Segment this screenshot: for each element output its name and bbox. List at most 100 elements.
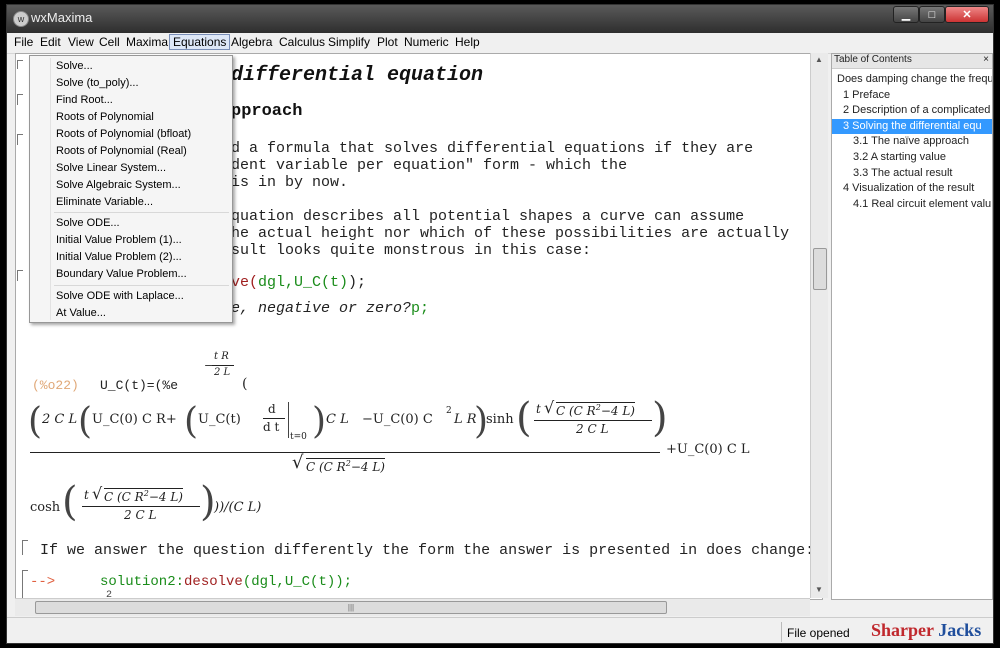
menu-item-at-value[interactable]: At Value...	[56, 307, 106, 319]
menu-file[interactable]: File	[11, 35, 36, 49]
den-radicand: C (C R	[306, 460, 346, 474]
big-paren-close: )	[652, 395, 668, 441]
text-line: quation describes all potential shapes a…	[231, 208, 745, 225]
cell-bracket[interactable]	[22, 570, 28, 599]
cosh-den: 2 C L	[124, 508, 157, 522]
cosh-num-t: t	[84, 488, 89, 502]
menu-simplify[interactable]: Simplify	[325, 35, 373, 49]
menu-separator	[54, 285, 229, 286]
cosh-num-sqrt: C (C R2−4 L)	[104, 488, 183, 504]
cosh-num-tail: −4 L)	[148, 490, 183, 504]
expr-minus-uc0: −U_C(0) C	[362, 412, 433, 427]
menu-equations[interactable]: Equations	[169, 34, 231, 50]
menu-item-initial-value-1[interactable]: Initial Value Problem (1)...	[56, 234, 182, 246]
menu-calculus[interactable]: Calculus	[276, 35, 328, 49]
big-paren-close: )	[312, 401, 327, 442]
menu-item-solve-algebraic[interactable]: Solve Algebraic System...	[56, 179, 181, 191]
big-paren-open: (	[184, 401, 199, 442]
text-cell-1: d a formula that solves differential equ…	[231, 140, 753, 191]
menu-item-boundary-value[interactable]: Boundary Value Problem...	[56, 268, 187, 280]
toc-item-preface[interactable]: 1 Preface	[832, 88, 992, 104]
toc-header: Table of Contents ×	[832, 54, 992, 69]
close-button[interactable]: ✕	[945, 6, 989, 23]
toc-item-description[interactable]: 2 Description of a complicated	[832, 103, 992, 119]
denominator-sqrt: C (C R2−4 L)	[306, 458, 385, 474]
input-cell-solution2[interactable]: solution2:desolve(dgl,U_C(t));	[100, 574, 352, 590]
menu-item-find-root[interactable]: Find Root...	[56, 94, 113, 106]
cell-bracket[interactable]	[17, 134, 23, 145]
toc-item-naive-approach[interactable]: 3.1 The naïve approach	[832, 134, 992, 150]
menu-item-solve-to-poly[interactable]: Solve (to_poly)...	[56, 77, 139, 89]
toc-item-real-circuit[interactable]: 4.1 Real circuit element valu	[832, 197, 992, 213]
sinh-num-radicand: C (C R	[556, 404, 596, 418]
cosh-fraction-bar	[82, 506, 200, 507]
menu-maxima[interactable]: Maxima	[123, 35, 171, 49]
menu-cell[interactable]: Cell	[96, 35, 123, 49]
output-label: (%o22)	[32, 378, 79, 393]
text-line: sult looks quite monstrous in this case:	[231, 242, 592, 259]
watermark-part2: Jacks	[938, 620, 982, 640]
maximize-button[interactable]: □	[919, 6, 945, 23]
big-paren-open: (	[516, 395, 532, 441]
toc-item-starting-value[interactable]: 3.2 A starting value	[832, 150, 992, 166]
menu-numeric[interactable]: Numeric	[401, 35, 452, 49]
text-cell-3: If we answer the question differently th…	[40, 542, 815, 559]
menu-algebra[interactable]: Algebra	[228, 35, 275, 49]
cell-bracket[interactable]	[17, 60, 23, 69]
cell-bracket[interactable]	[17, 94, 23, 105]
toc-item-visualization[interactable]: 4 Visualization of the result	[832, 181, 992, 197]
menu-item-roots-bfloat[interactable]: Roots of Polynomial (bfloat)	[56, 128, 191, 140]
menu-item-roots-real[interactable]: Roots of Polynomial (Real)	[56, 145, 187, 157]
menu-item-solve-ode-laplace[interactable]: Solve ODE with Laplace...	[56, 290, 184, 302]
function-name: desolve	[184, 574, 243, 590]
scroll-up-arrow[interactable]: ▲	[815, 55, 823, 64]
menu-item-initial-value-2[interactable]: Initial Value Problem (2)...	[56, 251, 182, 263]
sinh-den: 2 C L	[576, 422, 609, 436]
status-bar: File opened Sharper Jacks	[7, 617, 993, 643]
horizontal-scrollbar[interactable]: |||	[15, 598, 810, 616]
menu-gutter	[50, 58, 51, 320]
cell-bracket[interactable]	[17, 270, 23, 281]
scroll-down-arrow[interactable]: ▼	[815, 585, 823, 594]
den-tail: −4 L)	[350, 460, 385, 474]
menu-item-solve[interactable]: Solve...	[56, 60, 93, 72]
toc-item-actual-result[interactable]: 3.3 The actual result	[832, 166, 992, 182]
expr-uc0-cr: U_C(0) C R+	[92, 412, 177, 427]
input-prompt: -->	[30, 574, 56, 590]
menu-plot[interactable]: Plot	[374, 35, 401, 49]
function-args: dgl,U_C(t)	[258, 274, 349, 291]
minimize-button[interactable]: ▁	[893, 6, 919, 23]
vertical-scrollbar[interactable]: ▲ ▼	[810, 53, 828, 598]
question-prompt[interactable]: e, negative or zero?p;	[231, 300, 429, 317]
menu-item-roots-of-polynomial[interactable]: Roots of Polynomial	[56, 111, 154, 123]
exponent-numerator: t R	[214, 351, 229, 362]
menu-separator	[54, 212, 229, 213]
subsection-heading: pproach	[231, 102, 303, 121]
menu-edit[interactable]: Edit	[37, 35, 64, 49]
toc-item-solving[interactable]: 3 Solving the differential equ	[832, 118, 992, 135]
status-separator	[781, 622, 782, 642]
output-lhs: U_C(t)=(%e	[100, 378, 179, 393]
horizontal-scroll-thumb[interactable]: |||	[35, 601, 667, 614]
menu-item-solve-ode[interactable]: Solve ODE...	[56, 217, 120, 229]
menu-view[interactable]: View	[65, 35, 97, 49]
wxmaxima-app-icon[interactable]: w	[13, 11, 29, 27]
input-cell-desolve[interactable]: ve(dgl,U_C(t));	[231, 274, 366, 291]
menu-item-solve-linear[interactable]: Solve Linear System...	[56, 162, 166, 174]
menu-help[interactable]: Help	[452, 35, 483, 49]
toc-title: Table of Contents	[834, 54, 912, 65]
watermark-part1: Sharper	[871, 620, 934, 640]
toc-close-button[interactable]: ×	[983, 54, 989, 65]
vertical-scroll-thumb[interactable]	[813, 248, 827, 290]
cosh-fn: cosh	[30, 500, 61, 515]
big-paren-open: (	[78, 401, 93, 442]
cell-bracket[interactable]	[22, 540, 28, 555]
expr-cl: C L	[326, 412, 349, 427]
toc-item-title[interactable]: Does damping change the frequ	[832, 72, 992, 88]
eval-bar	[288, 402, 289, 438]
main-fraction-bar	[30, 452, 660, 453]
superscript-2: 2	[446, 406, 452, 416]
sinh-fraction-bar	[534, 420, 652, 421]
function-name: ve(	[231, 274, 259, 291]
menu-item-eliminate-variable[interactable]: Eliminate Variable...	[56, 196, 153, 208]
